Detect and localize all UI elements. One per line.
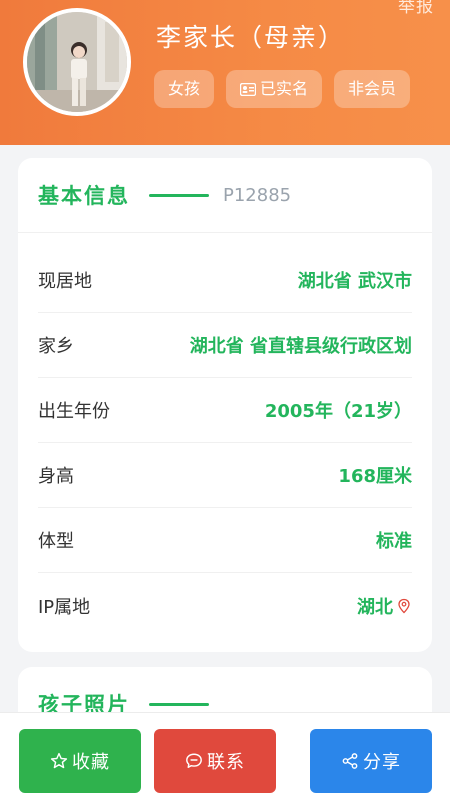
title-underline xyxy=(149,194,209,197)
info-row-value: 168厘米 xyxy=(338,462,412,488)
birth-year-value: 2005年（21岁） xyxy=(264,401,412,422)
info-row-value: 2005年（21岁） xyxy=(265,397,412,423)
info-row-value: 湖北 xyxy=(357,593,412,619)
basic-info-card: 基本信息 P12885 现居地 湖北省 武汉市 家乡 湖北省 省直辖县级行政区划… xyxy=(18,158,432,652)
info-row-value: 湖北省 武汉市 xyxy=(298,267,412,293)
residence-value: 湖北省 武汉市 xyxy=(297,271,412,292)
info-row-label: 身高 xyxy=(38,466,74,487)
verified-tag-label: 已实名 xyxy=(260,79,309,98)
report-link[interactable]: 举报 xyxy=(398,0,434,17)
height-value: 168厘米 xyxy=(338,466,412,487)
info-row-label: IP属地 xyxy=(38,596,91,618)
info-rows: 现居地 湖北省 武汉市 家乡 湖北省 省直辖县级行政区划 出生年份 2005年（… xyxy=(38,248,412,638)
avatar[interactable] xyxy=(23,8,131,116)
share-button[interactable]: 分享 xyxy=(310,729,432,793)
gender-tag-label: 女孩 xyxy=(168,79,201,98)
info-row-birth-year: 出生年份 2005年（21岁） xyxy=(38,378,412,443)
info-row-height: 身高 168厘米 xyxy=(38,443,412,508)
ip-location-value: 湖北 xyxy=(357,596,393,618)
id-card-icon xyxy=(240,82,257,96)
info-row-label: 家乡 xyxy=(38,336,74,357)
user-id: P12885 xyxy=(223,185,292,206)
info-row-value: 湖北省 省直辖县级行政区划 xyxy=(190,332,412,358)
contact-button[interactable]: 联系 xyxy=(154,729,276,793)
info-row-label: 现居地 xyxy=(38,271,92,292)
contact-label: 联系 xyxy=(207,752,245,773)
info-row-body-type: 体型 标准 xyxy=(38,508,412,573)
parent-name: 李家长（母亲） xyxy=(156,23,346,52)
membership-tag: 非会员 xyxy=(334,70,411,108)
profile-header: 举报 李家长（母亲） 女孩 已实名 非会员 xyxy=(0,0,450,145)
ip-location-icon xyxy=(398,598,410,613)
avatar-photo xyxy=(27,12,127,112)
title-underline xyxy=(149,703,209,706)
favorite-label: 收藏 xyxy=(72,752,110,773)
info-row-value: 标准 xyxy=(376,527,412,553)
tag-list: 女孩 已实名 非会员 xyxy=(154,70,411,108)
info-row-label: 体型 xyxy=(38,531,74,552)
gender-tag: 女孩 xyxy=(154,70,215,108)
star-icon xyxy=(50,752,68,769)
body-type-value: 标准 xyxy=(376,531,412,552)
chat-icon xyxy=(186,753,202,769)
info-row-ip-location: IP属地 湖北 xyxy=(38,573,412,638)
hometown-value: 湖北省 省直辖县级行政区划 xyxy=(189,336,412,357)
share-icon xyxy=(342,753,358,769)
membership-tag-label: 非会员 xyxy=(348,79,397,98)
info-row-label: 出生年份 xyxy=(38,401,110,422)
action-bar: 收藏 联系 分享 xyxy=(0,712,450,800)
basic-info-header: 基本信息 P12885 xyxy=(18,158,432,233)
info-row-residence: 现居地 湖北省 武汉市 xyxy=(38,248,412,313)
verified-tag: 已实名 xyxy=(226,70,323,108)
favorite-button[interactable]: 收藏 xyxy=(19,729,141,793)
share-label: 分享 xyxy=(363,752,401,773)
info-row-hometown: 家乡 湖北省 省直辖县级行政区划 xyxy=(38,313,412,378)
basic-info-title: 基本信息 xyxy=(38,184,130,208)
